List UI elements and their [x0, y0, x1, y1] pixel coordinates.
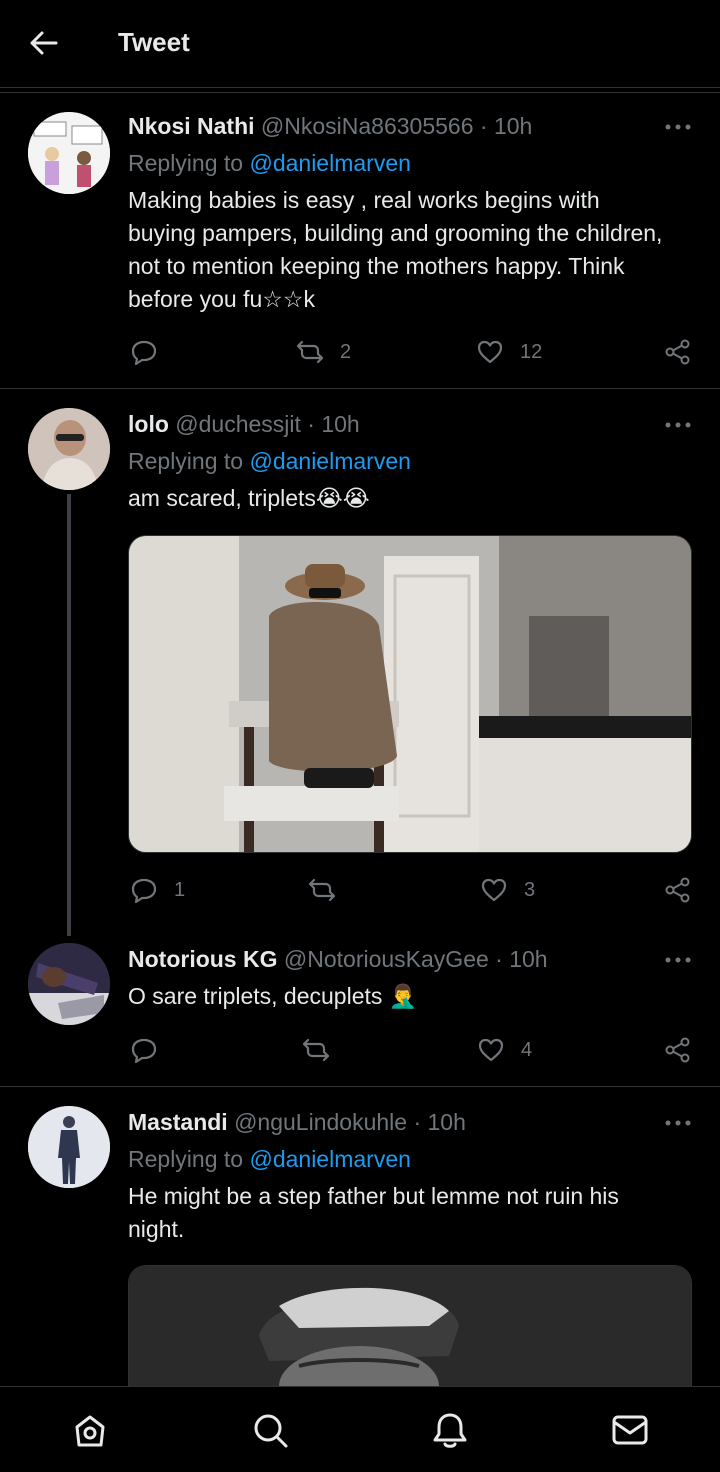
author-name[interactable]: Mastandi — [128, 1109, 228, 1135]
like-count: 12 — [520, 340, 543, 363]
retweet-icon — [308, 878, 336, 902]
timestamp: · 10h — [495, 946, 548, 972]
tweet-image[interactable] — [128, 1265, 692, 1405]
tweet-actions: 4 — [0, 1030, 720, 1070]
share-icon — [665, 1037, 690, 1063]
like-button[interactable]: 3 — [480, 870, 535, 910]
messages-icon[interactable] — [609, 1409, 651, 1451]
retweet-button[interactable] — [302, 1030, 330, 1070]
heart-icon — [477, 340, 503, 364]
avatar[interactable] — [28, 1106, 110, 1188]
more-options-icon[interactable] — [664, 123, 692, 131]
notifications-icon[interactable] — [429, 1409, 471, 1451]
like-button[interactable]: 4 — [477, 1030, 532, 1070]
reply-button[interactable] — [130, 332, 158, 372]
page-title: Tweet — [118, 27, 190, 57]
like-count: 3 — [524, 878, 536, 901]
author-handle[interactable]: @nguLindokuhle — [234, 1109, 407, 1135]
tweet-text: He might be a step father but lemme not … — [128, 1183, 619, 1242]
more-options-icon[interactable] — [664, 956, 692, 964]
replying-label: Replying to — [128, 150, 244, 176]
author-name[interactable]: lolo — [128, 411, 169, 437]
avatar[interactable] — [28, 112, 110, 194]
author-name[interactable]: Notorious KG — [128, 946, 278, 972]
like-count: 4 — [521, 1038, 533, 1061]
timestamp: · 10h — [307, 411, 360, 437]
reply-icon — [131, 1038, 157, 1064]
divider — [0, 388, 720, 389]
tweet-actions: 2 12 — [0, 332, 720, 372]
tweet-image[interactable] — [128, 535, 692, 853]
retweet-count: 2 — [340, 340, 352, 363]
heart-icon — [481, 878, 507, 902]
timestamp: · 10h — [479, 113, 533, 139]
replying-label: Replying to — [128, 448, 244, 474]
mention-link[interactable]: @danielmarven — [249, 150, 410, 176]
tweet-actions: 1 3 — [0, 870, 720, 910]
share-button[interactable] — [664, 332, 692, 372]
top-bar: Tweet — [0, 0, 720, 88]
mention-link[interactable]: @danielmarven — [249, 1146, 410, 1172]
arrow-left-icon[interactable] — [26, 28, 60, 58]
tweet-meta: Notorious KG @NotoriousKayGee · 10h — [128, 946, 548, 973]
author-name[interactable]: Nkosi Nathi — [128, 113, 255, 139]
timestamp: · 10h — [413, 1109, 466, 1135]
retweet-button[interactable] — [308, 870, 336, 910]
tweet-meta: lolo @duchessjit · 10h — [128, 411, 360, 438]
share-icon — [665, 339, 690, 365]
tweet-text: Making babies is easy , real works begin… — [128, 187, 663, 312]
heart-icon — [478, 1038, 504, 1062]
author-handle[interactable]: @duchessjit — [175, 411, 301, 437]
reply-count: 1 — [174, 878, 186, 901]
reply-icon — [131, 878, 157, 904]
retweet-icon — [296, 340, 324, 364]
mention-link[interactable]: @danielmarven — [249, 448, 410, 474]
author-handle[interactable]: @NkosiNa86305566 — [261, 113, 474, 139]
tweet-text: am scared, triplets😭😭 — [128, 485, 370, 511]
divider — [0, 1086, 720, 1087]
share-icon — [665, 877, 690, 903]
bottom-nav — [0, 1386, 720, 1472]
replying-label: Replying to — [128, 1146, 244, 1172]
retweet-icon — [302, 1038, 330, 1062]
tweet-text: O sare triplets, decuplets 🤦‍♂️ — [128, 983, 418, 1009]
replying-to: Replying to @danielmarven — [128, 150, 411, 177]
avatar[interactable] — [28, 408, 110, 490]
more-options-icon[interactable] — [664, 1119, 692, 1127]
author-handle[interactable]: @NotoriousKayGee — [284, 946, 489, 972]
replying-to: Replying to @danielmarven — [128, 448, 411, 475]
like-button[interactable]: 12 — [476, 332, 542, 372]
tweet-meta: Nkosi Nathi @NkosiNa86305566 · 10h — [128, 113, 532, 140]
divider — [0, 92, 720, 93]
more-options-icon[interactable] — [664, 421, 692, 429]
share-button[interactable] — [664, 1030, 692, 1070]
search-icon[interactable] — [249, 1409, 291, 1451]
avatar[interactable] — [28, 943, 110, 1025]
tweet-meta: Mastandi @nguLindokuhle · 10h — [128, 1109, 466, 1136]
retweet-button[interactable]: 2 — [296, 332, 351, 372]
replying-to: Replying to @danielmarven — [128, 1146, 411, 1173]
reply-icon — [131, 340, 157, 366]
home-icon[interactable] — [69, 1409, 111, 1451]
share-button[interactable] — [664, 870, 692, 910]
reply-button[interactable]: 1 — [130, 870, 185, 910]
reply-button[interactable] — [130, 1030, 158, 1070]
